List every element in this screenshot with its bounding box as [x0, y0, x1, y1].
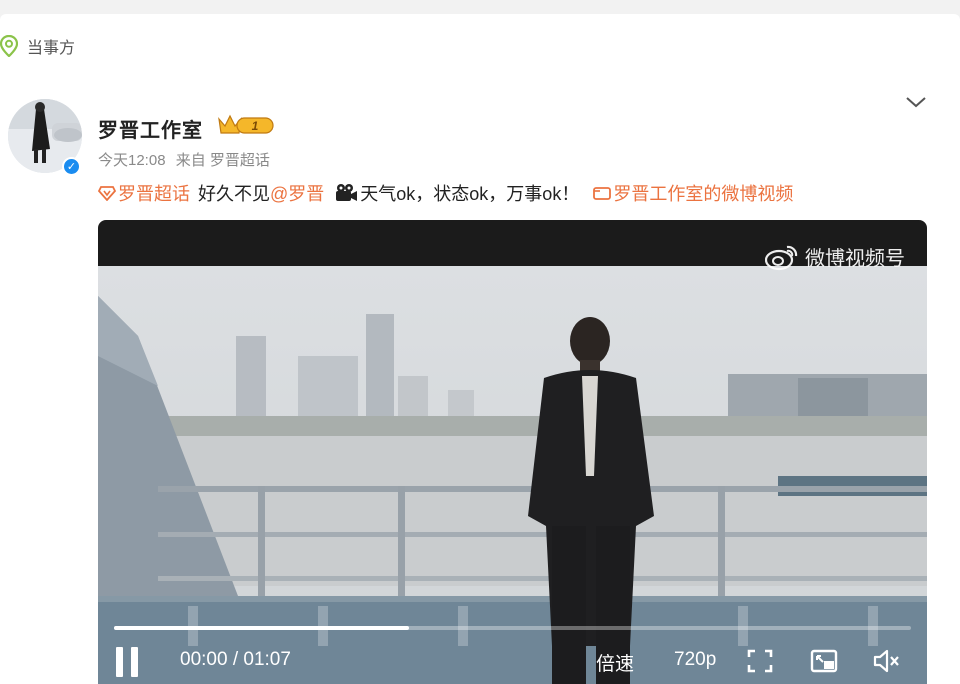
- pause-icon[interactable]: [114, 647, 140, 677]
- badge-level: 1: [252, 119, 259, 133]
- mention-link[interactable]: @罗晋: [270, 180, 324, 206]
- video-controls: 00:00 / 01:07 倍速 720p: [98, 638, 927, 684]
- progress-fill: [114, 626, 409, 630]
- weibo-video-watermark: 微博视频号: [765, 242, 905, 271]
- party-tag[interactable]: 当事方: [0, 33, 75, 59]
- author-name[interactable]: 罗晋工作室: [98, 114, 203, 143]
- watermark-text: 微博视频号: [805, 248, 905, 270]
- picture-in-picture-icon[interactable]: [810, 648, 838, 674]
- chevron-down-icon[interactable]: [904, 93, 928, 111]
- location-pin-icon: [0, 35, 18, 57]
- fullscreen-icon[interactable]: [746, 648, 774, 674]
- movie-camera-emoji-icon: [336, 184, 358, 201]
- video-link-icon: [593, 186, 612, 200]
- video-source-link[interactable]: 罗晋工作室的微博视频: [613, 180, 793, 206]
- quality-button[interactable]: 720p: [674, 649, 716, 671]
- party-label: 当事方: [27, 40, 76, 57]
- progress-bar[interactable]: [114, 626, 911, 630]
- post-text-part-2: 天气ok，状态ok，万事ok！: [360, 184, 580, 204]
- video-frame: [98, 266, 927, 684]
- post-meta: 今天12:08 来自 罗晋超话: [98, 149, 276, 170]
- playback-speed-button[interactable]: 倍速: [596, 649, 634, 676]
- time-display: 00:00 / 01:07: [180, 649, 291, 670]
- weibo-logo-icon: [765, 245, 798, 270]
- mute-icon[interactable]: [872, 648, 900, 674]
- topic-diamond-icon: [98, 186, 116, 201]
- verified-icon: ✓: [62, 157, 81, 176]
- member-crown-badge-icon[interactable]: 1: [217, 113, 275, 137]
- topic-link[interactable]: 罗晋超话: [118, 180, 190, 206]
- post-text: 罗晋超话 好久不见 @罗晋 天气ok，状态ok，万事ok！ 罗晋工作室的微博视频: [98, 180, 793, 206]
- post-time[interactable]: 今天12:08: [98, 152, 166, 169]
- post-text-part-1: 好久不见: [198, 184, 270, 204]
- post-source[interactable]: 来自 罗晋超话: [176, 152, 270, 169]
- video-player[interactable]: 微博视频号 00:00 / 01:07 倍速 720p: [98, 220, 927, 684]
